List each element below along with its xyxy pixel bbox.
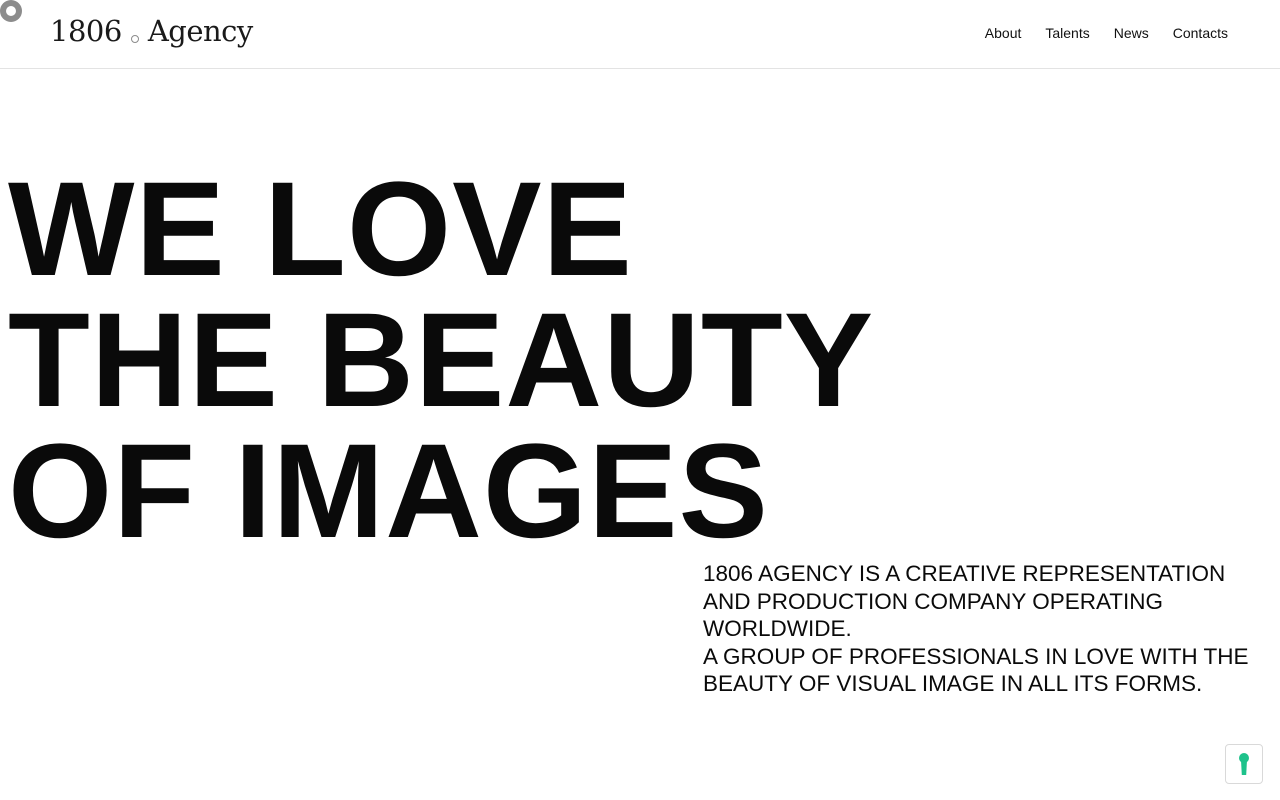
site-header: 1806 Agency About Talents News Contacts [0,0,1280,69]
hero-line: THE BEAUTY [8,286,875,435]
description-paragraph: A GROUP OF PROFESSIONALS IN LOVE WITH TH… [703,643,1249,697]
logo-dot-icon [130,35,139,43]
keyhole-icon [1239,753,1249,775]
logo-number: 1806 [50,14,122,48]
logo-word: Agency [147,14,253,48]
hero-headline: WE LOVE THE BEAUTY OF IMAGES [8,155,875,566]
nav-link-news[interactable]: News [1114,25,1149,41]
main-nav: About Talents News Contacts [985,25,1228,41]
description-paragraph: 1806 AGENCY IS A CREATIVE REPRESENTATION… [703,561,1226,641]
hero-line: OF IMAGES [8,417,769,566]
page: 1806 Agency About Talents News Contacts … [0,0,1280,800]
nav-link-contacts[interactable]: Contacts [1173,25,1228,41]
agency-description: 1806 AGENCY IS A CREATIVE REPRESENTATION… [703,560,1273,698]
nav-link-about[interactable]: About [985,25,1022,41]
hero-line: WE LOVE [8,155,633,304]
privacy-settings-button[interactable] [1225,744,1263,784]
nav-link-talents[interactable]: Talents [1045,25,1089,41]
site-logo[interactable]: 1806 Agency [50,14,253,58]
cursor-ring-icon [0,0,22,22]
